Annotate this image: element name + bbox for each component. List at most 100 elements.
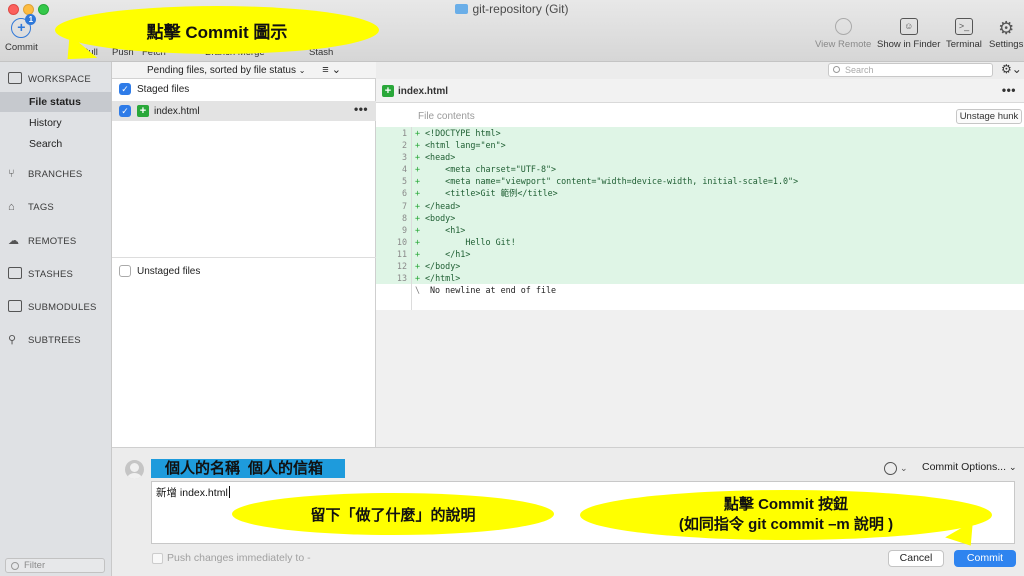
diff-line: 8 + <body>: [376, 211, 1024, 224]
commit-button[interactable]: Commit: [954, 550, 1016, 567]
stash-icon: [8, 267, 22, 279]
added-sign: +: [415, 236, 421, 247]
author-name: 個人的名稱: [165, 460, 241, 477]
added-sign: +: [415, 261, 421, 272]
line-text: <h1>: [425, 224, 466, 235]
file-name: index.html: [154, 106, 200, 117]
folder-icon: [455, 4, 469, 14]
diff-line: 11 + </h1>: [376, 247, 1024, 261]
line-text: </body>: [425, 261, 461, 272]
push-immediately-checkbox[interactable]: [152, 553, 163, 564]
diff-line: 2 + <html lang="en">: [376, 139, 1024, 152]
commit-toolbar-label: Commit: [5, 42, 38, 53]
line-text: <html lang="en">: [425, 140, 506, 151]
diff-hunk: File contents Unstage hunk 1 + <!DOCTYPE h…: [376, 103, 1024, 310]
sidebar-workspace-header[interactable]: WORKSPACE: [8, 72, 91, 85]
sidebar-subtrees[interactable]: ⚲ SUBTREES: [8, 333, 81, 346]
file-list: ✓ Staged files ✓ + index.html ••• Unstag…: [112, 79, 376, 447]
diff-search-input[interactable]: Search: [828, 63, 993, 77]
line-text: <head>: [425, 152, 456, 163]
list-view-icon[interactable]: ≡ ⌄: [322, 64, 341, 76]
commit-plus-icon: +1: [11, 14, 37, 38]
diff-settings-icon[interactable]: ⚙⌄: [1001, 62, 1022, 76]
file-more-icon[interactable]: •••: [354, 102, 368, 116]
no-newline-line: \ No newline at end of file: [376, 284, 1024, 297]
show-in-finder-button[interactable]: ☺ Show in Finder: [877, 18, 940, 50]
sidebar-branches[interactable]: ⑂ BRANCHES: [8, 168, 82, 180]
gear-icon: ⚙: [998, 18, 1015, 38]
sidebar-item-file-status[interactable]: File status: [0, 92, 111, 112]
monitor-icon: [8, 72, 22, 84]
added-sign: +: [415, 176, 421, 187]
cloud-icon: ☁: [8, 235, 20, 247]
line-text: Hello Git!: [425, 236, 516, 247]
submodule-icon: [8, 300, 22, 312]
terminal-button[interactable]: >_ Terminal: [946, 18, 982, 50]
view-remote-button[interactable]: View Remote: [815, 18, 871, 50]
line-gutter: [376, 127, 412, 310]
chevron-down-icon: ⌄: [1008, 462, 1017, 472]
line-text: <title>Git 範例</title>: [425, 188, 558, 199]
line-text: </html>: [425, 273, 461, 284]
branch-icon: ⑂: [8, 168, 15, 180]
push-immediately-label: Push changes immediately to -: [167, 552, 311, 564]
file-checkbox[interactable]: ✓: [119, 105, 131, 117]
unstaged-files-label: Unstaged files: [137, 266, 201, 277]
line-text: <body>: [425, 212, 456, 223]
sidebar-filter-input[interactable]: Filter: [5, 558, 105, 573]
file-contents-label: File contents: [418, 111, 475, 122]
clock-icon[interactable]: [884, 462, 897, 475]
staged-files-label: Staged files: [137, 84, 190, 95]
globe-icon: [834, 18, 852, 35]
sidebar-submodules[interactable]: SUBMODULES: [8, 300, 97, 313]
diff-file-name: index.html: [398, 86, 449, 97]
avatar: [125, 460, 144, 479]
added-sign: +: [415, 273, 421, 284]
author-identity[interactable]: 個人的名稱 個人的信箱: [151, 459, 346, 478]
line-text: </h1>: [425, 248, 471, 259]
diff-line: 3 + <head>: [376, 151, 1024, 164]
cancel-button[interactable]: Cancel: [888, 550, 944, 567]
sidebar-item-search[interactable]: Search: [0, 134, 111, 154]
diff-line: 9 + <h1>: [376, 223, 1024, 236]
text-cursor: [228, 486, 230, 498]
line-text: </head>: [425, 200, 461, 211]
chevron-down-icon: ⌄: [298, 66, 306, 75]
no-newline-text: No newline at end of file: [430, 285, 557, 296]
pane-divider[interactable]: [112, 257, 376, 258]
chevron-down-icon[interactable]: ⌄: [900, 463, 908, 474]
file-sort-dropdown[interactable]: Pending files, sorted by file status ⌄ ≡…: [112, 62, 376, 79]
unstaged-files-checkbox[interactable]: [119, 265, 131, 277]
added-sign: +: [415, 224, 421, 235]
added-sign: +: [415, 128, 421, 138]
finder-icon: ☺: [899, 18, 918, 35]
commit-options-dropdown[interactable]: Commit Options... ⌄: [922, 461, 1017, 473]
diff-more-icon[interactable]: •••: [1002, 83, 1016, 97]
staged-files-checkbox[interactable]: ✓: [119, 83, 131, 95]
added-file-icon: +: [382, 85, 394, 97]
tag-icon: ⌂: [8, 201, 15, 213]
added-sign: +: [415, 200, 421, 211]
sidebar-tags[interactable]: ⌂ TAGS: [8, 201, 54, 213]
staged-file-row[interactable]: ✓ + index.html •••: [112, 101, 376, 121]
diff-line: 1 + <!DOCTYPE html>: [376, 127, 1024, 140]
diff-line: 13 + </html>: [376, 272, 1024, 285]
sidebar-remotes[interactable]: ☁ REMOTES: [8, 234, 76, 247]
search-icon: [11, 562, 19, 570]
callout-click-commit-icon: 點擊 Commit 圖示: [55, 6, 379, 54]
line-text: <meta charset="UTF-8">: [425, 164, 557, 175]
sidebar-stashes[interactable]: STASHES: [8, 267, 73, 280]
diff-line: 5 + <meta name="viewport" content="width=…: [376, 175, 1024, 188]
backslash-sign: \: [415, 285, 421, 296]
sidebar-item-history[interactable]: History: [0, 113, 111, 133]
commit-toolbar-button[interactable]: +1 Commit: [5, 14, 38, 53]
added-sign: +: [415, 212, 421, 223]
diff-code: 1 + <!DOCTYPE html> 2 + <html lang="en"> 3 + <he…: [376, 127, 1024, 297]
diff-area: File contents Unstage hunk 1 + <!DOCTYPE h…: [376, 103, 1024, 447]
search-icon: [833, 66, 840, 73]
diff-line: 7 + </head>: [376, 199, 1024, 212]
terminal-icon: >_: [954, 18, 973, 35]
diff-line: 4 + <meta charset="UTF-8">: [376, 163, 1024, 176]
unstage-hunk-button[interactable]: Unstage hunk: [956, 109, 1022, 124]
settings-button[interactable]: ⚙ Settings: [989, 18, 1023, 50]
